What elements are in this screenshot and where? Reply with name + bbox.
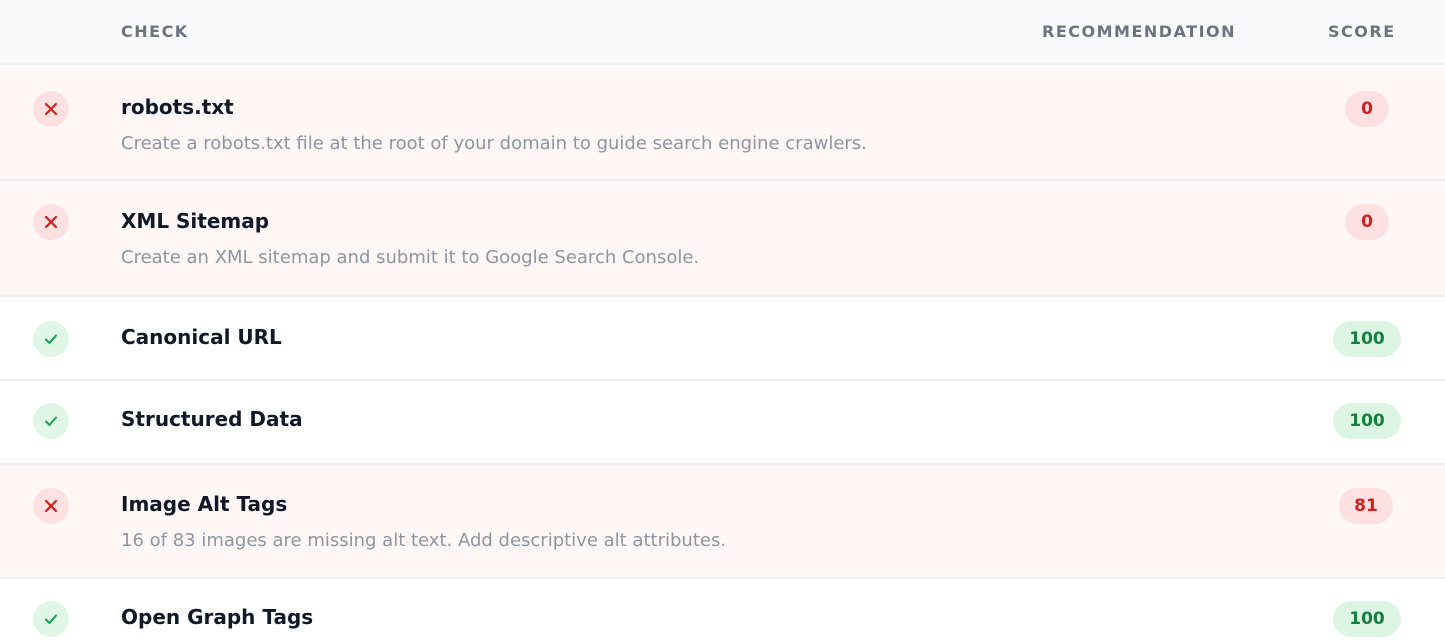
column-header-recommendation: RECOMMENDATION — [1042, 22, 1237, 41]
score-badge: 81 — [1339, 488, 1393, 524]
score-badge: 0 — [1345, 91, 1389, 127]
score-badge: 100 — [1333, 403, 1401, 439]
score-badge: 100 — [1333, 601, 1401, 637]
recommendation-text: 16 of 83 images are missing alt text. Ad… — [121, 530, 727, 551]
check-icon — [33, 601, 69, 637]
table-header: CHECK RECOMMENDATION SCORE — [0, 0, 1445, 65]
check-title: Image Alt Tags — [121, 492, 288, 516]
x-icon — [33, 204, 69, 240]
score-badge: 0 — [1345, 204, 1389, 240]
check-title: XML Sitemap — [121, 209, 270, 233]
column-header-score: SCORE — [1328, 22, 1396, 41]
recommendation-text: Create a robots.txt file at the root of … — [121, 133, 867, 154]
table-row[interactable]: Structured Data 100 — [0, 381, 1445, 465]
check-title: Canonical URL — [121, 325, 282, 349]
check-title: robots.txt — [121, 95, 234, 119]
column-header-check: CHECK — [121, 22, 189, 41]
table-row[interactable]: XML Sitemap Create an XML sitemap and su… — [0, 181, 1445, 297]
table-row[interactable]: Open Graph Tags 100 — [0, 579, 1445, 640]
recommendation-text: Create an XML sitemap and submit it to G… — [121, 247, 700, 268]
x-icon — [33, 91, 69, 127]
table-row[interactable]: robots.txt Create a robots.txt file at t… — [0, 65, 1445, 181]
check-icon — [33, 321, 69, 357]
check-title: Open Graph Tags — [121, 605, 314, 629]
x-icon — [33, 488, 69, 524]
check-icon — [33, 403, 69, 439]
table-row[interactable]: Image Alt Tags 16 of 83 images are missi… — [0, 465, 1445, 579]
seo-checks-table: CHECK RECOMMENDATION SCORE robots.txt Cr… — [0, 0, 1445, 640]
score-badge: 100 — [1333, 321, 1401, 357]
table-row[interactable]: Canonical URL 100 — [0, 297, 1445, 381]
check-title: Structured Data — [121, 407, 303, 431]
